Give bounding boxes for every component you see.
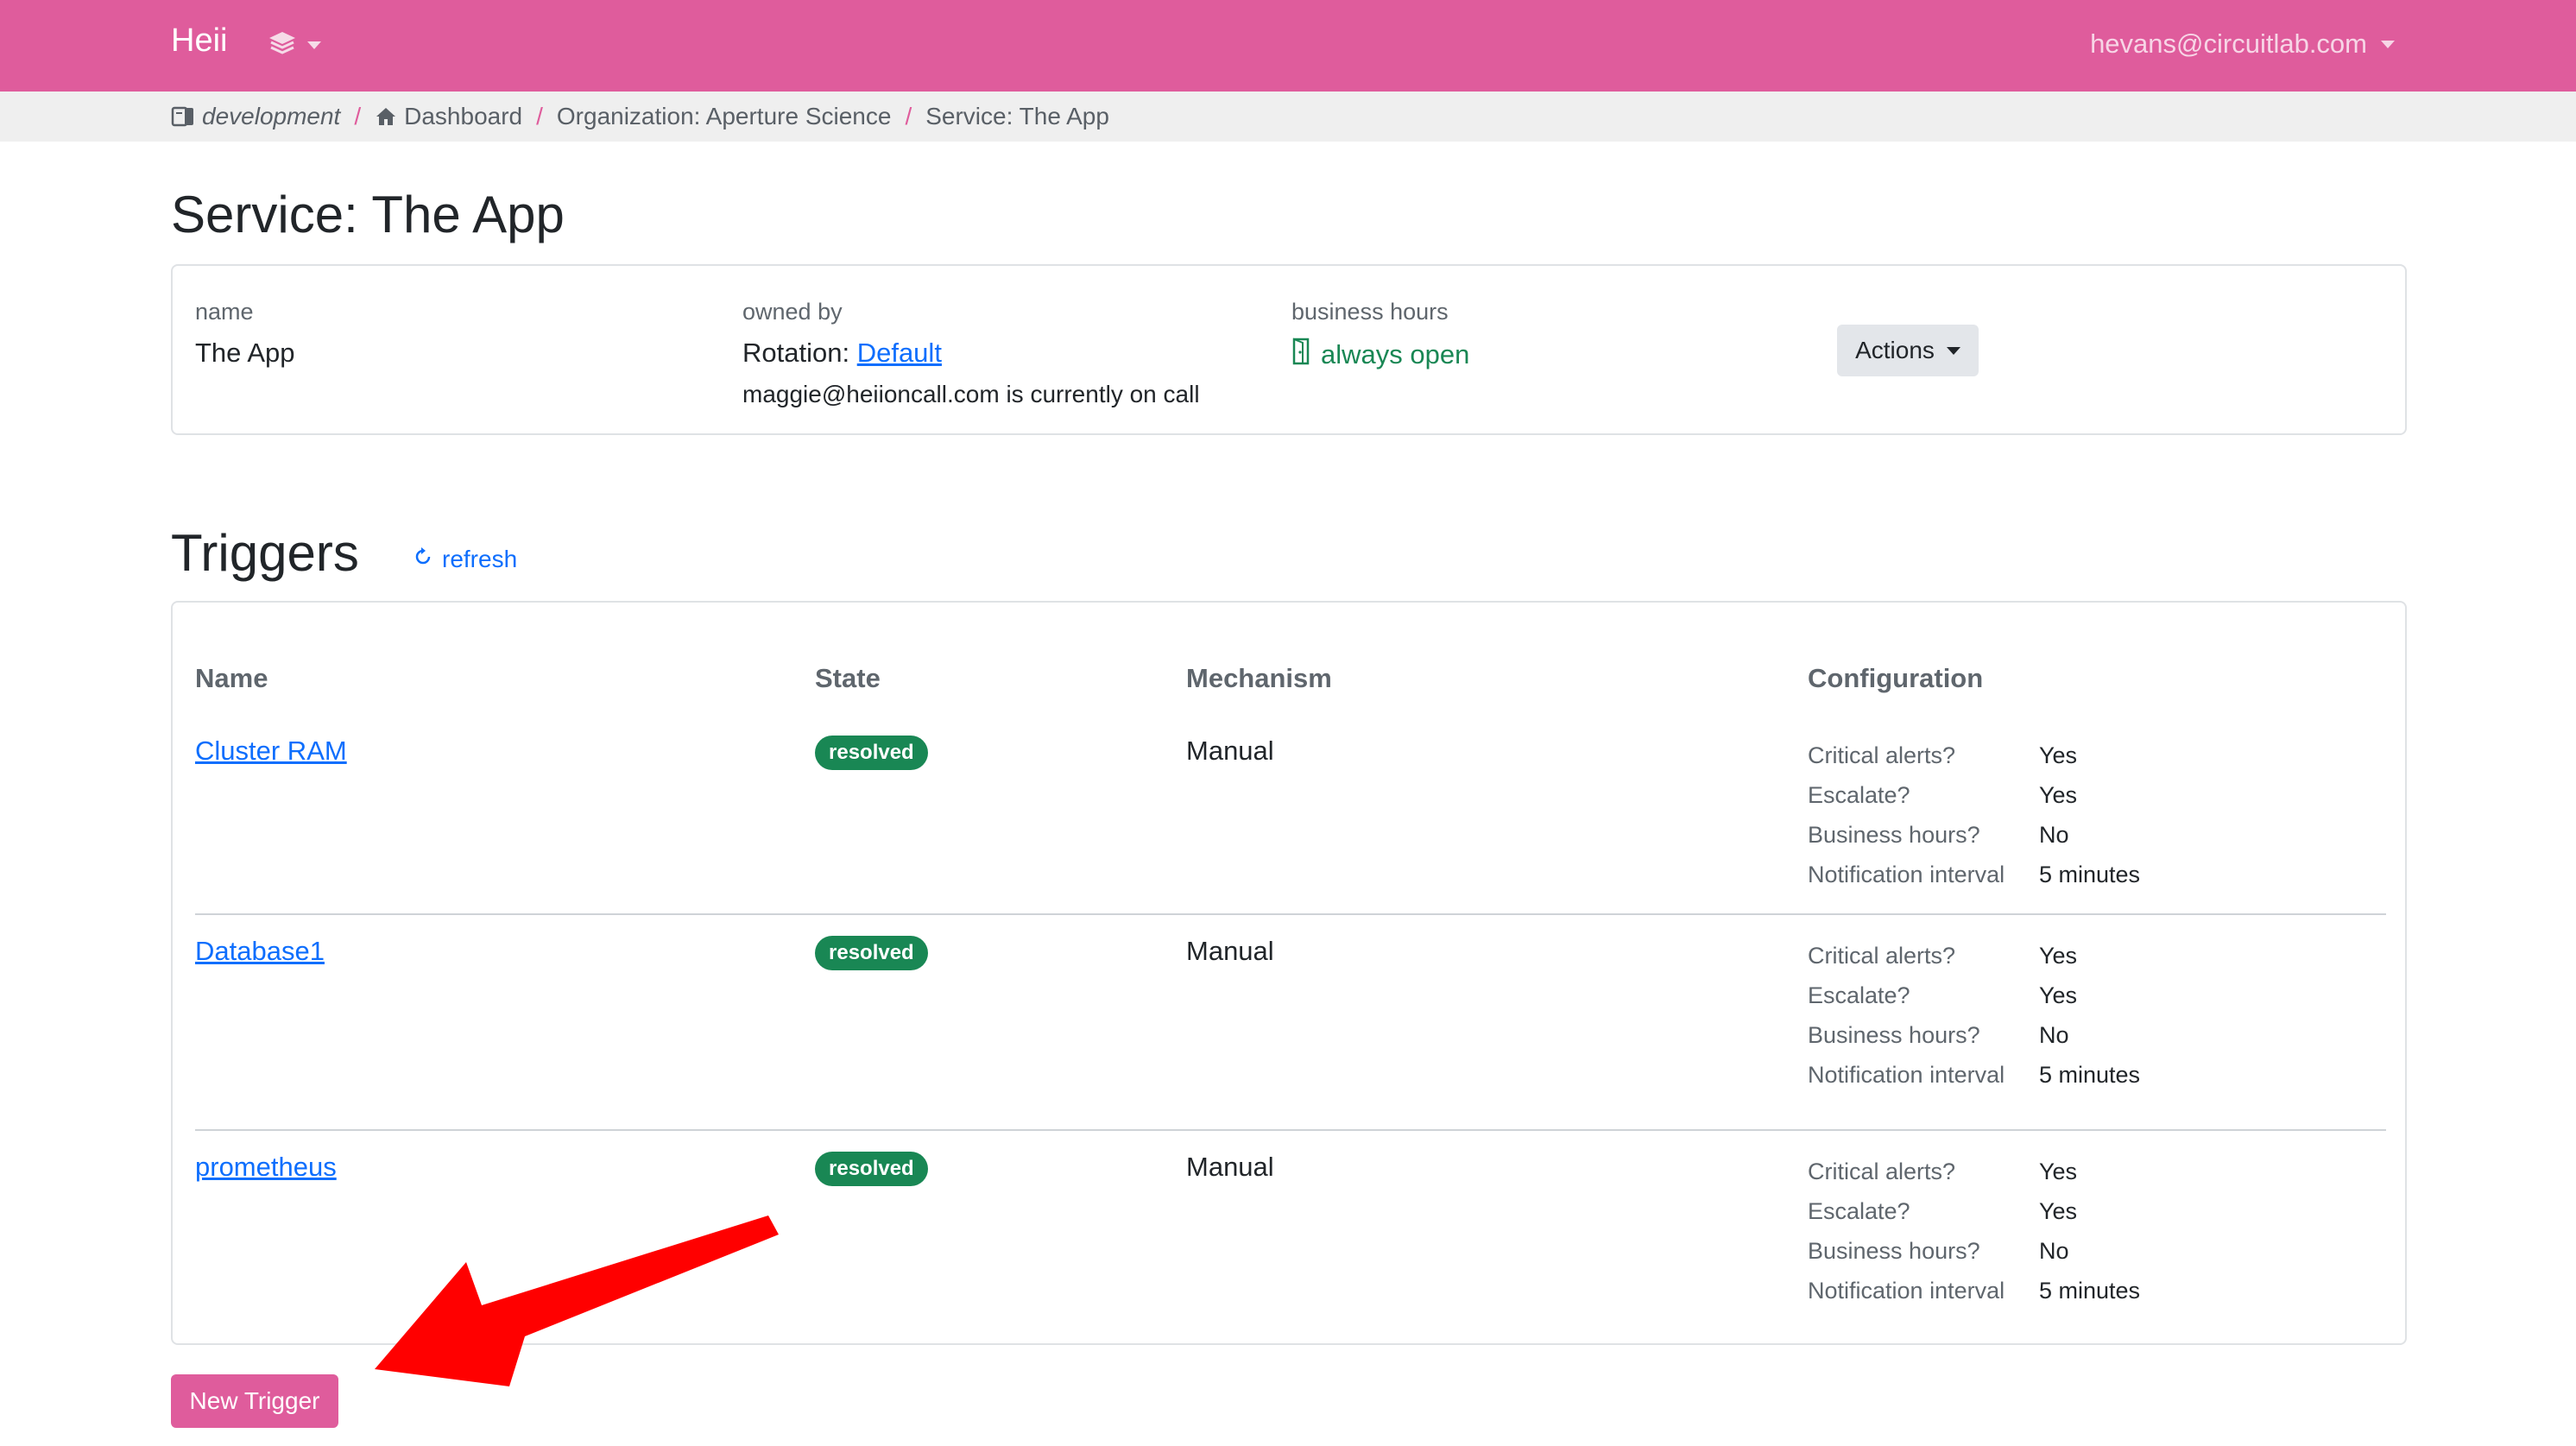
rotation-line: Rotation: Default [742, 338, 1200, 369]
column-header-state: State [815, 663, 881, 693]
business-hours-text: always open [1321, 339, 1470, 369]
name-label: name [195, 299, 254, 325]
actions-dropdown-button[interactable]: Actions [1837, 325, 1979, 376]
config-value: Yes [2039, 742, 2078, 768]
breadcrumb-separator: / [354, 103, 362, 129]
breadcrumb-separator: / [536, 103, 543, 129]
brand-logo[interactable]: Heii [171, 22, 227, 60]
table-row: prometheus resolved Manual Critical aler… [195, 1129, 2386, 1347]
config-value: Yes [2039, 943, 2078, 969]
rotation-prefix: Rotation: [742, 338, 857, 368]
trigger-mechanism: Manual [1186, 936, 1274, 966]
on-call-text: maggie@heiioncall.com is currently on ca… [742, 381, 1200, 407]
config-key: Critical alerts? [1808, 943, 1956, 969]
door-open-icon [1291, 338, 1312, 372]
breadcrumb-environment[interactable]: development [202, 103, 340, 130]
service-name-field: name The App [195, 299, 294, 369]
refresh-link[interactable]: refresh [413, 542, 517, 577]
status-badge: resolved [815, 936, 928, 970]
refresh-icon [413, 546, 433, 573]
config-key: Escalate? [1808, 1198, 1910, 1224]
config-value: No [2039, 1238, 2069, 1264]
column-header-name: Name [195, 663, 268, 693]
business-hours-value: always open [1291, 338, 1469, 372]
trigger-configuration: Critical alerts? Yes Escalate? Yes Busines… [1808, 736, 2140, 894]
config-key: Escalate? [1808, 782, 1910, 808]
config-value: Yes [2039, 1198, 2078, 1224]
config-key: Notification interval [1808, 1062, 2005, 1088]
business-hours-field: business hours always open [1291, 299, 1469, 372]
new-trigger-button[interactable]: New Trigger [171, 1374, 338, 1428]
rotation-link[interactable]: Default [857, 338, 942, 368]
server-icon [171, 104, 195, 129]
column-header-mechanism: Mechanism [1186, 663, 1332, 693]
triggers-heading: Triggers [171, 524, 359, 582]
trigger-name-link[interactable]: Database1 [195, 936, 325, 967]
breadcrumb-service: Service: The App [925, 103, 1109, 129]
page-title: Service: The App [171, 186, 565, 243]
config-key: Notification interval [1808, 1278, 2005, 1304]
status-badge: resolved [815, 1152, 928, 1186]
top-navbar: Heii hevans@circuitlab.com [0, 0, 2576, 92]
config-key: Escalate? [1808, 982, 1910, 1008]
status-badge: resolved [815, 736, 928, 770]
breadcrumb-bar: development / Dashboard / Organization: … [0, 92, 2576, 142]
config-value: No [2039, 822, 2069, 848]
config-key: Business hours? [1808, 822, 1980, 848]
table-row: Cluster RAM resolved Manual Critical ale… [195, 715, 2386, 931]
config-value: 5 minutes [2039, 1062, 2141, 1088]
config-key: Business hours? [1808, 1238, 1980, 1264]
name-value: The App [195, 338, 295, 368]
refresh-label: refresh [442, 546, 518, 572]
config-value: 5 minutes [2039, 862, 2141, 887]
config-value: No [2039, 1022, 2069, 1048]
breadcrumb: development / Dashboard / Organization: … [171, 92, 1109, 142]
config-value: Yes [2039, 782, 2078, 808]
config-key: Business hours? [1808, 1022, 1980, 1048]
breadcrumb-separator: / [905, 103, 912, 129]
column-header-configuration: Configuration [1808, 663, 1984, 693]
owned-by-field: owned by Rotation: Default maggie@heiion… [742, 299, 1200, 408]
breadcrumb-organization[interactable]: Organization: Aperture Science [557, 103, 892, 130]
trigger-configuration: Critical alerts? Yes Escalate? Yes Busines… [1808, 1152, 2140, 1310]
breadcrumb-dashboard[interactable]: Dashboard [404, 103, 522, 130]
business-hours-label: business hours [1291, 299, 1449, 325]
trigger-name-link[interactable]: Cluster RAM [195, 736, 347, 767]
layers-dropdown[interactable] [268, 28, 321, 62]
actions-label: Actions [1855, 337, 1935, 363]
config-key: Notification interval [1808, 862, 2005, 887]
config-key: Critical alerts? [1808, 742, 1956, 768]
table-row: Database1 resolved Manual Critical alert… [195, 913, 2386, 1131]
config-value: Yes [2039, 982, 2078, 1008]
config-value: 5 minutes [2039, 1278, 2141, 1304]
owned-by-label: owned by [742, 299, 843, 325]
config-value: Yes [2039, 1159, 2078, 1184]
chevron-down-icon [307, 41, 321, 49]
trigger-configuration: Critical alerts? Yes Escalate? Yes Busines… [1808, 936, 2140, 1095]
trigger-name-link[interactable]: prometheus [195, 1152, 337, 1183]
layers-icon [268, 30, 297, 60]
chevron-down-icon [1946, 346, 1960, 355]
user-email: hevans@circuitlab.com [2090, 28, 2367, 59]
service-info-card: name The App owned by Rotation: Default … [171, 264, 2407, 435]
home-icon [375, 106, 397, 127]
chevron-down-icon [2381, 40, 2395, 48]
triggers-table: Name State Mechanism Configuration Clust… [171, 601, 2407, 1345]
user-menu[interactable]: hevans@circuitlab.com [2090, 26, 2395, 62]
trigger-mechanism: Manual [1186, 736, 1274, 766]
trigger-mechanism: Manual [1186, 1152, 1274, 1182]
config-key: Critical alerts? [1808, 1159, 1956, 1184]
